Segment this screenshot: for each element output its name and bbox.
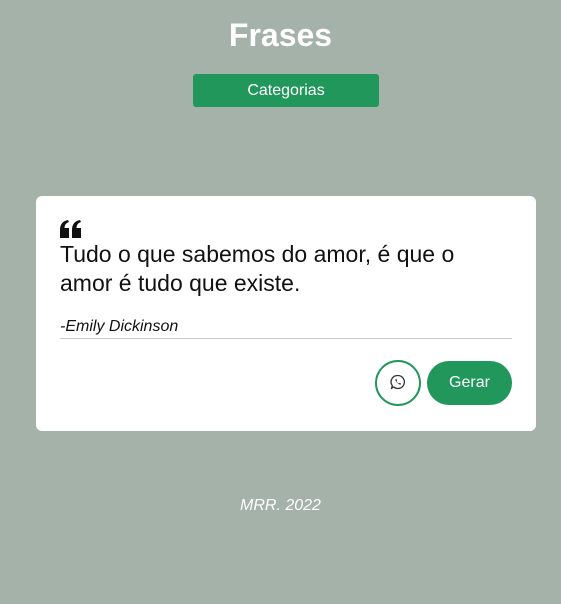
page-title: Frases — [228, 17, 333, 53]
quote-card: Tudo o que sabemos do amor, é que o amor… — [36, 196, 536, 431]
quote-left-icon — [60, 220, 82, 238]
quote-author: -Emily Dickinson — [60, 318, 179, 335]
generate-button[interactable]: Gerar — [427, 361, 512, 405]
categories-button[interactable]: Categorias — [193, 74, 379, 107]
whatsapp-share-button[interactable] — [375, 360, 421, 406]
footer-credit: MRR. 2022 — [240, 497, 321, 514]
quote-text: Tudo o que sabemos do amor, é que o amor… — [60, 241, 455, 296]
author-divider — [60, 338, 512, 339]
whatsapp-icon — [390, 374, 406, 393]
